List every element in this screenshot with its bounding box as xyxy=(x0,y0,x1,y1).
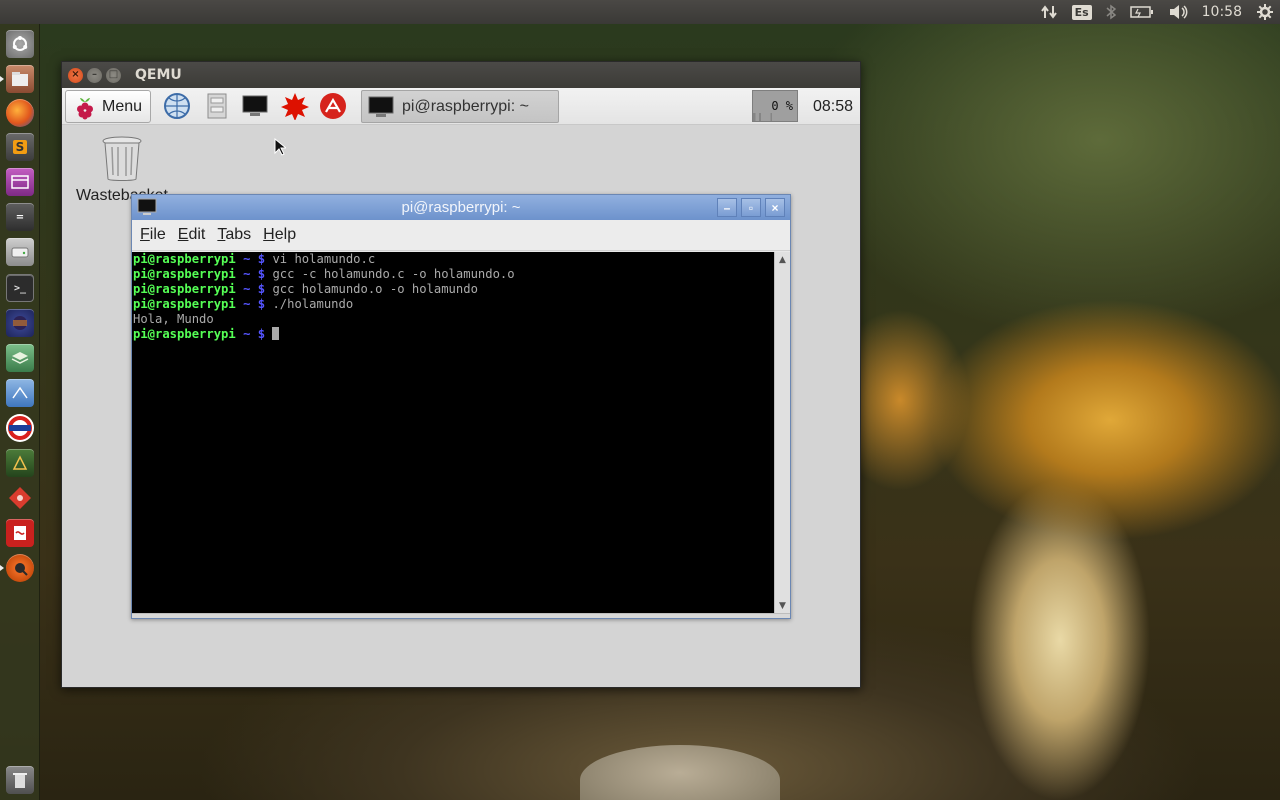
guest-menu-button[interactable]: Menu xyxy=(65,90,151,123)
prompt-path: ~ xyxy=(243,252,251,266)
terminal-maximize-button[interactable]: ▫ xyxy=(741,198,761,217)
app-icon[interactable] xyxy=(6,168,34,196)
qemu-icon[interactable] xyxy=(6,554,34,582)
terminal-output[interactable]: pi@raspberrypi ~ $ vi holamundo.c pi@rasp… xyxy=(132,252,774,613)
terminal-command-line: pi@raspberrypi ~ $ ./holamundo xyxy=(133,297,774,312)
qemu-close-button[interactable]: × xyxy=(68,67,83,83)
cpu-monitor[interactable]: 0 % xyxy=(752,90,798,122)
files-app-icon[interactable] xyxy=(6,65,34,93)
prompt-path: ~ xyxy=(243,327,251,341)
sublime-text-icon[interactable]: S xyxy=(6,133,34,161)
scroll-up-arrow-icon[interactable]: ▲ xyxy=(776,253,789,266)
app-pdf-icon[interactable] xyxy=(6,519,34,547)
prompt-symbol: $ xyxy=(257,267,266,281)
terminal-menubar: File Edit Tabs Help xyxy=(132,220,790,251)
bluetooth-icon[interactable] xyxy=(1106,0,1116,24)
qemu-maximize-button[interactable]: □ xyxy=(106,67,121,83)
volume-icon[interactable] xyxy=(1168,0,1188,24)
top-panel: Es 10:58 xyxy=(0,0,1280,24)
menu-file[interactable]: File xyxy=(140,226,166,244)
prompt-path: ~ xyxy=(243,297,251,311)
terminal-app-icon[interactable]: = xyxy=(6,203,34,231)
command-text: ./holamundo xyxy=(272,297,354,311)
qemu-window[interactable]: × – □ QEMU Menu pi@raspberrypi: ~ 0 % 08… xyxy=(61,61,861,688)
terminal-icon[interactable] xyxy=(240,92,270,120)
terminal-command-line: pi@raspberrypi ~ $ gcc holamundo.o -o ho… xyxy=(133,282,774,297)
settings-gear-icon[interactable] xyxy=(1256,0,1274,24)
top-panel-clock[interactable]: 10:58 xyxy=(1202,0,1242,24)
browser-icon[interactable] xyxy=(162,92,192,120)
terminal-minimize-button[interactable]: – xyxy=(717,198,737,217)
eclipse-icon[interactable] xyxy=(6,309,34,337)
prompt-path: ~ xyxy=(243,267,251,281)
prompt-user: pi@raspberrypi xyxy=(133,297,236,311)
terminal-tab-strip xyxy=(132,613,790,618)
network-icon[interactable] xyxy=(1040,0,1058,24)
terminal-icon xyxy=(137,198,157,215)
terminal-output-line: Hola, Mundo xyxy=(133,312,774,327)
command-text: gcc holamundo.o -o holamundo xyxy=(272,282,478,296)
terminal-command-line: pi@raspberrypi ~ $ xyxy=(133,327,774,342)
terminal-icon xyxy=(368,96,394,117)
terminal-window[interactable]: pi@raspberrypi: ~ – ▫ × File Edit Tabs H… xyxy=(131,194,791,619)
mathematica-icon[interactable] xyxy=(318,92,348,120)
command-text: vi holamundo.c xyxy=(272,252,376,266)
terminal-scrollbar[interactable]: ▲ ▼ xyxy=(774,252,790,613)
wolfram-icon[interactable] xyxy=(280,92,310,120)
guest-panel: Menu pi@raspberrypi: ~ 0 % 08:58 xyxy=(62,88,860,125)
qemu-minimize-button[interactable]: – xyxy=(87,67,102,83)
app-red-icon[interactable] xyxy=(6,414,34,442)
prompt-user: pi@raspberrypi xyxy=(133,327,236,341)
terminal-titlebar[interactable]: pi@raspberrypi: ~ – ▫ × xyxy=(132,195,790,220)
qemu-window-title: QEMU xyxy=(135,67,182,83)
keyboard-layout-icon[interactable]: Es xyxy=(1071,0,1092,24)
trash-icon[interactable] xyxy=(6,766,34,794)
scroll-down-arrow-icon[interactable]: ▼ xyxy=(776,599,789,612)
qt-app-icon[interactable] xyxy=(6,379,34,407)
text-cursor xyxy=(272,327,280,340)
wastebasket-icon xyxy=(102,136,142,181)
file-manager-icon[interactable] xyxy=(202,92,232,120)
terminal-window-title: pi@raspberrypi: ~ xyxy=(401,199,521,216)
prompt-user: pi@raspberrypi xyxy=(133,267,236,281)
prompt-symbol: $ xyxy=(257,327,266,341)
terminal-close-button[interactable]: × xyxy=(765,198,785,217)
running-indicator xyxy=(0,76,4,82)
app-green-icon[interactable] xyxy=(6,449,34,477)
firefox-icon[interactable] xyxy=(6,99,34,127)
guest-menu-label: Menu xyxy=(102,97,143,115)
prompt-user: pi@raspberrypi xyxy=(133,252,236,266)
program-output: Hola, Mundo xyxy=(133,312,214,326)
terminal-command-line: pi@raspberrypi ~ $ gcc -c holamundo.c -o… xyxy=(133,267,774,282)
qemu-titlebar[interactable]: × – □ QEMU xyxy=(62,62,860,88)
prompt-symbol: $ xyxy=(257,297,266,311)
prompt-symbol: $ xyxy=(257,252,266,266)
menu-help[interactable]: Help xyxy=(263,226,296,244)
running-indicator xyxy=(0,565,4,571)
cpu-graph xyxy=(753,113,797,121)
prompt-path: ~ xyxy=(243,282,251,296)
terminal-command-line: pi@raspberrypi ~ $ vi holamundo.c xyxy=(133,252,774,267)
menu-edit[interactable]: Edit xyxy=(178,226,206,244)
command-text: gcc -c holamundo.c -o holamundo.o xyxy=(272,267,515,281)
app-red-diamond-icon[interactable] xyxy=(6,484,34,512)
ubuntu-dash-icon[interactable] xyxy=(6,30,34,58)
keyboard-layout-label: Es xyxy=(1071,4,1092,20)
taskbar-terminal-button[interactable]: pi@raspberrypi: ~ xyxy=(361,90,559,123)
prompt-symbol: $ xyxy=(257,282,266,296)
taskbar-terminal-label: pi@raspberrypi: ~ xyxy=(402,97,529,115)
cpu-usage-label: 0 % xyxy=(771,99,793,113)
prompt-user: pi@raspberrypi xyxy=(133,282,236,296)
battery-icon[interactable] xyxy=(1129,0,1154,24)
mouse-pointer-icon xyxy=(274,138,286,156)
menu-tabs[interactable]: Tabs xyxy=(217,226,251,244)
stack-app-icon[interactable] xyxy=(6,344,34,372)
raspberry-icon xyxy=(77,97,93,119)
guest-clock[interactable]: 08:58 xyxy=(808,88,858,125)
unity-launcher: S = >_ xyxy=(0,24,40,800)
wallpaper-stone xyxy=(580,745,780,800)
disk-icon[interactable] xyxy=(6,238,34,266)
terminal-icon[interactable]: >_ xyxy=(6,274,34,302)
